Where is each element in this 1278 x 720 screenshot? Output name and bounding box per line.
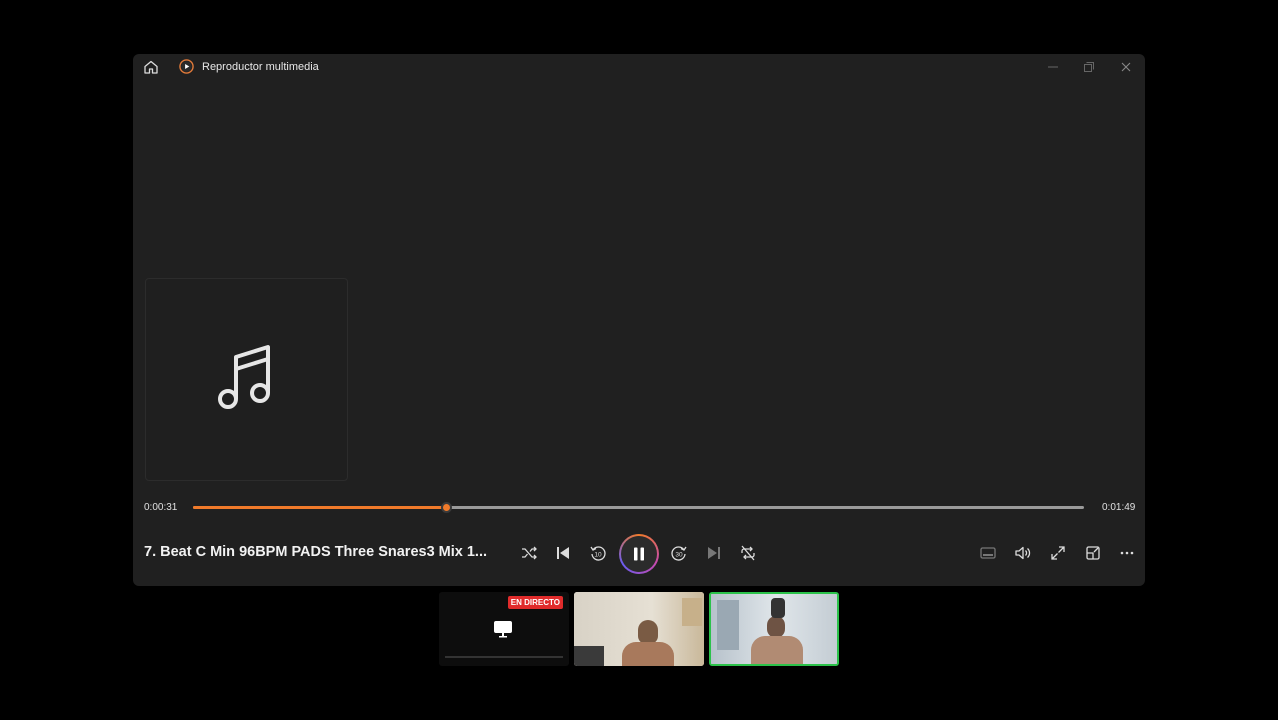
svg-text:10: 10	[594, 552, 602, 559]
repeat-off-icon[interactable]	[739, 544, 757, 562]
music-note-icon	[218, 345, 270, 409]
screen-share-preview-bar	[445, 656, 563, 658]
participant-tile-2[interactable]	[709, 592, 839, 666]
live-badge: EN DIRECTO	[507, 596, 563, 609]
seek-bar[interactable]	[193, 502, 1084, 513]
mini-player-icon[interactable]	[979, 544, 997, 562]
media-player-window: Reproductor multimedia 0:00:31 0:01:49 7…	[133, 54, 1145, 586]
forward-30-icon[interactable]: 30	[670, 544, 688, 562]
participant-tile-1[interactable]	[574, 592, 704, 666]
cast-icon[interactable]	[1084, 544, 1102, 562]
media-player-app-icon	[179, 59, 194, 74]
maximize-icon[interactable]	[1082, 60, 1096, 74]
shuffle-icon[interactable]	[520, 544, 538, 562]
home-icon[interactable]	[143, 59, 159, 75]
participant-head	[638, 620, 658, 644]
total-time: 0:01:49	[1102, 502, 1136, 513]
volume-icon[interactable]	[1014, 544, 1032, 562]
play-pause-inner	[621, 536, 657, 572]
screen-share-icon	[494, 621, 512, 638]
current-time: 0:00:31	[144, 502, 178, 513]
album-art-placeholder	[145, 278, 348, 481]
close-icon[interactable]	[1119, 60, 1133, 74]
window-blinds	[717, 600, 739, 650]
next-icon[interactable]	[705, 544, 723, 562]
seek-bar-thumb[interactable]	[440, 502, 452, 513]
more-icon[interactable]	[1118, 544, 1136, 562]
microphone	[771, 598, 785, 618]
pause-icon	[634, 547, 644, 561]
song-title: 7. Beat C Min 96BPM PADS Three Snares3 M…	[144, 544, 488, 560]
seek-bar-progress	[193, 506, 447, 509]
participant-head	[767, 616, 785, 638]
participant-body	[751, 636, 803, 664]
rewind-10-icon[interactable]: 10	[589, 544, 607, 562]
minimize-icon[interactable]	[1046, 60, 1060, 74]
wall-frame	[682, 598, 702, 626]
screen-share-tile[interactable]: EN DIRECTO	[439, 592, 569, 666]
previous-icon[interactable]	[554, 544, 572, 562]
participant-body	[622, 642, 674, 666]
play-pause-button[interactable]	[619, 534, 659, 574]
svg-text:30: 30	[675, 552, 683, 559]
participant-equipment	[574, 646, 604, 666]
title-bar: Reproductor multimedia	[133, 54, 1145, 80]
fullscreen-icon[interactable]	[1049, 544, 1067, 562]
window-title: Reproductor multimedia	[202, 61, 319, 73]
